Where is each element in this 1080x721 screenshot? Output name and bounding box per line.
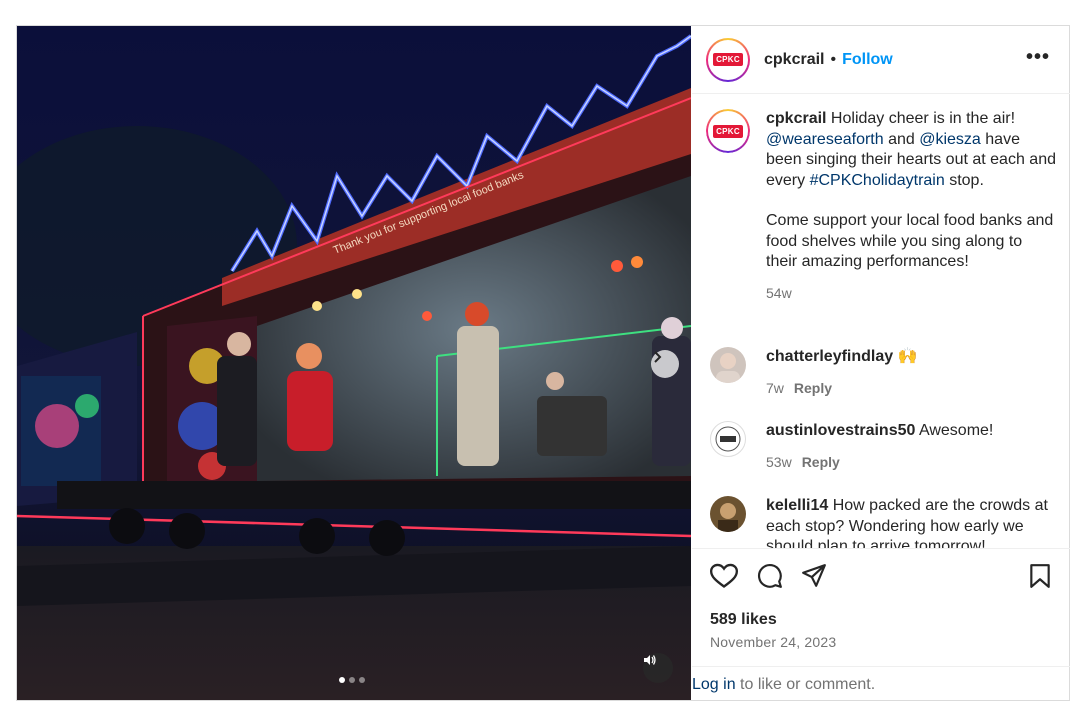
comment-username[interactable]: austinlovestrains50 [766,422,915,439]
comment-username[interactable]: kelelli14 [766,497,828,514]
avatar[interactable]: CPKC [706,109,750,153]
login-prompt: Log in to like or comment. [692,666,1070,700]
follow-button[interactable]: Follow [842,51,893,69]
author-username[interactable]: cpkcrail [764,51,824,69]
separator-dot: • [830,50,837,68]
more-options-icon[interactable]: ••• [1026,46,1050,69]
share-icon[interactable] [800,563,828,589]
caption-paragraph: Come support your local food banks and f… [766,212,1054,270]
mention-link[interactable]: @kiesza [919,131,981,148]
heart-icon[interactable] [710,563,738,589]
reply-button[interactable]: Reply [802,454,840,470]
caption-username[interactable]: cpkcrail [766,110,826,127]
carousel-dot [339,677,345,683]
audio-toggle-button[interactable] [643,653,673,683]
action-bar [692,548,1070,598]
carousel-next-button[interactable] [651,350,679,378]
timestamp[interactable]: 54w [766,285,792,301]
comments-list[interactable]: CPKC cpkcrail Holiday cheer is in the ai… [692,95,1070,549]
post-date[interactable]: November 24, 2023 [710,634,836,650]
reply-button[interactable]: Reply [794,380,832,396]
chevron-right-icon [654,351,662,363]
post-header: CPKC cpkcrail • Follow ••• [692,26,1070,94]
hashtag-link[interactable]: #CPKCholidaytrain [810,172,945,189]
carousel-dot [349,677,355,683]
likes-count[interactable]: 589 likes [710,611,777,629]
mention-link[interactable]: @weareseaforth [766,131,884,148]
post-sidebar: CPKC cpkcrail • Follow ••• CPKC cpkcrail… [692,26,1070,700]
speaker-icon [644,655,656,665]
cpkc-logo: CPKC [711,42,745,77]
comment-icon[interactable] [756,563,784,589]
avatar[interactable] [710,421,746,457]
comment-username[interactable]: chatterleyfindlay [766,348,893,365]
avatar[interactable] [710,347,746,383]
timestamp[interactable]: 53w [766,454,792,470]
train-photo: Thank you for supporting local food bank… [17,26,691,700]
carousel-dot [359,677,365,683]
login-link[interactable]: Log in [692,676,736,693]
bookmark-icon[interactable] [1028,563,1052,589]
avatar[interactable] [710,496,746,532]
timestamp[interactable]: 7w [766,380,784,396]
post-card: Thank you for supporting local food bank… [16,25,1070,701]
carousel-indicator [339,677,365,683]
post-media[interactable]: Thank you for supporting local food bank… [17,26,691,700]
avatar[interactable]: CPKC [706,37,750,82]
